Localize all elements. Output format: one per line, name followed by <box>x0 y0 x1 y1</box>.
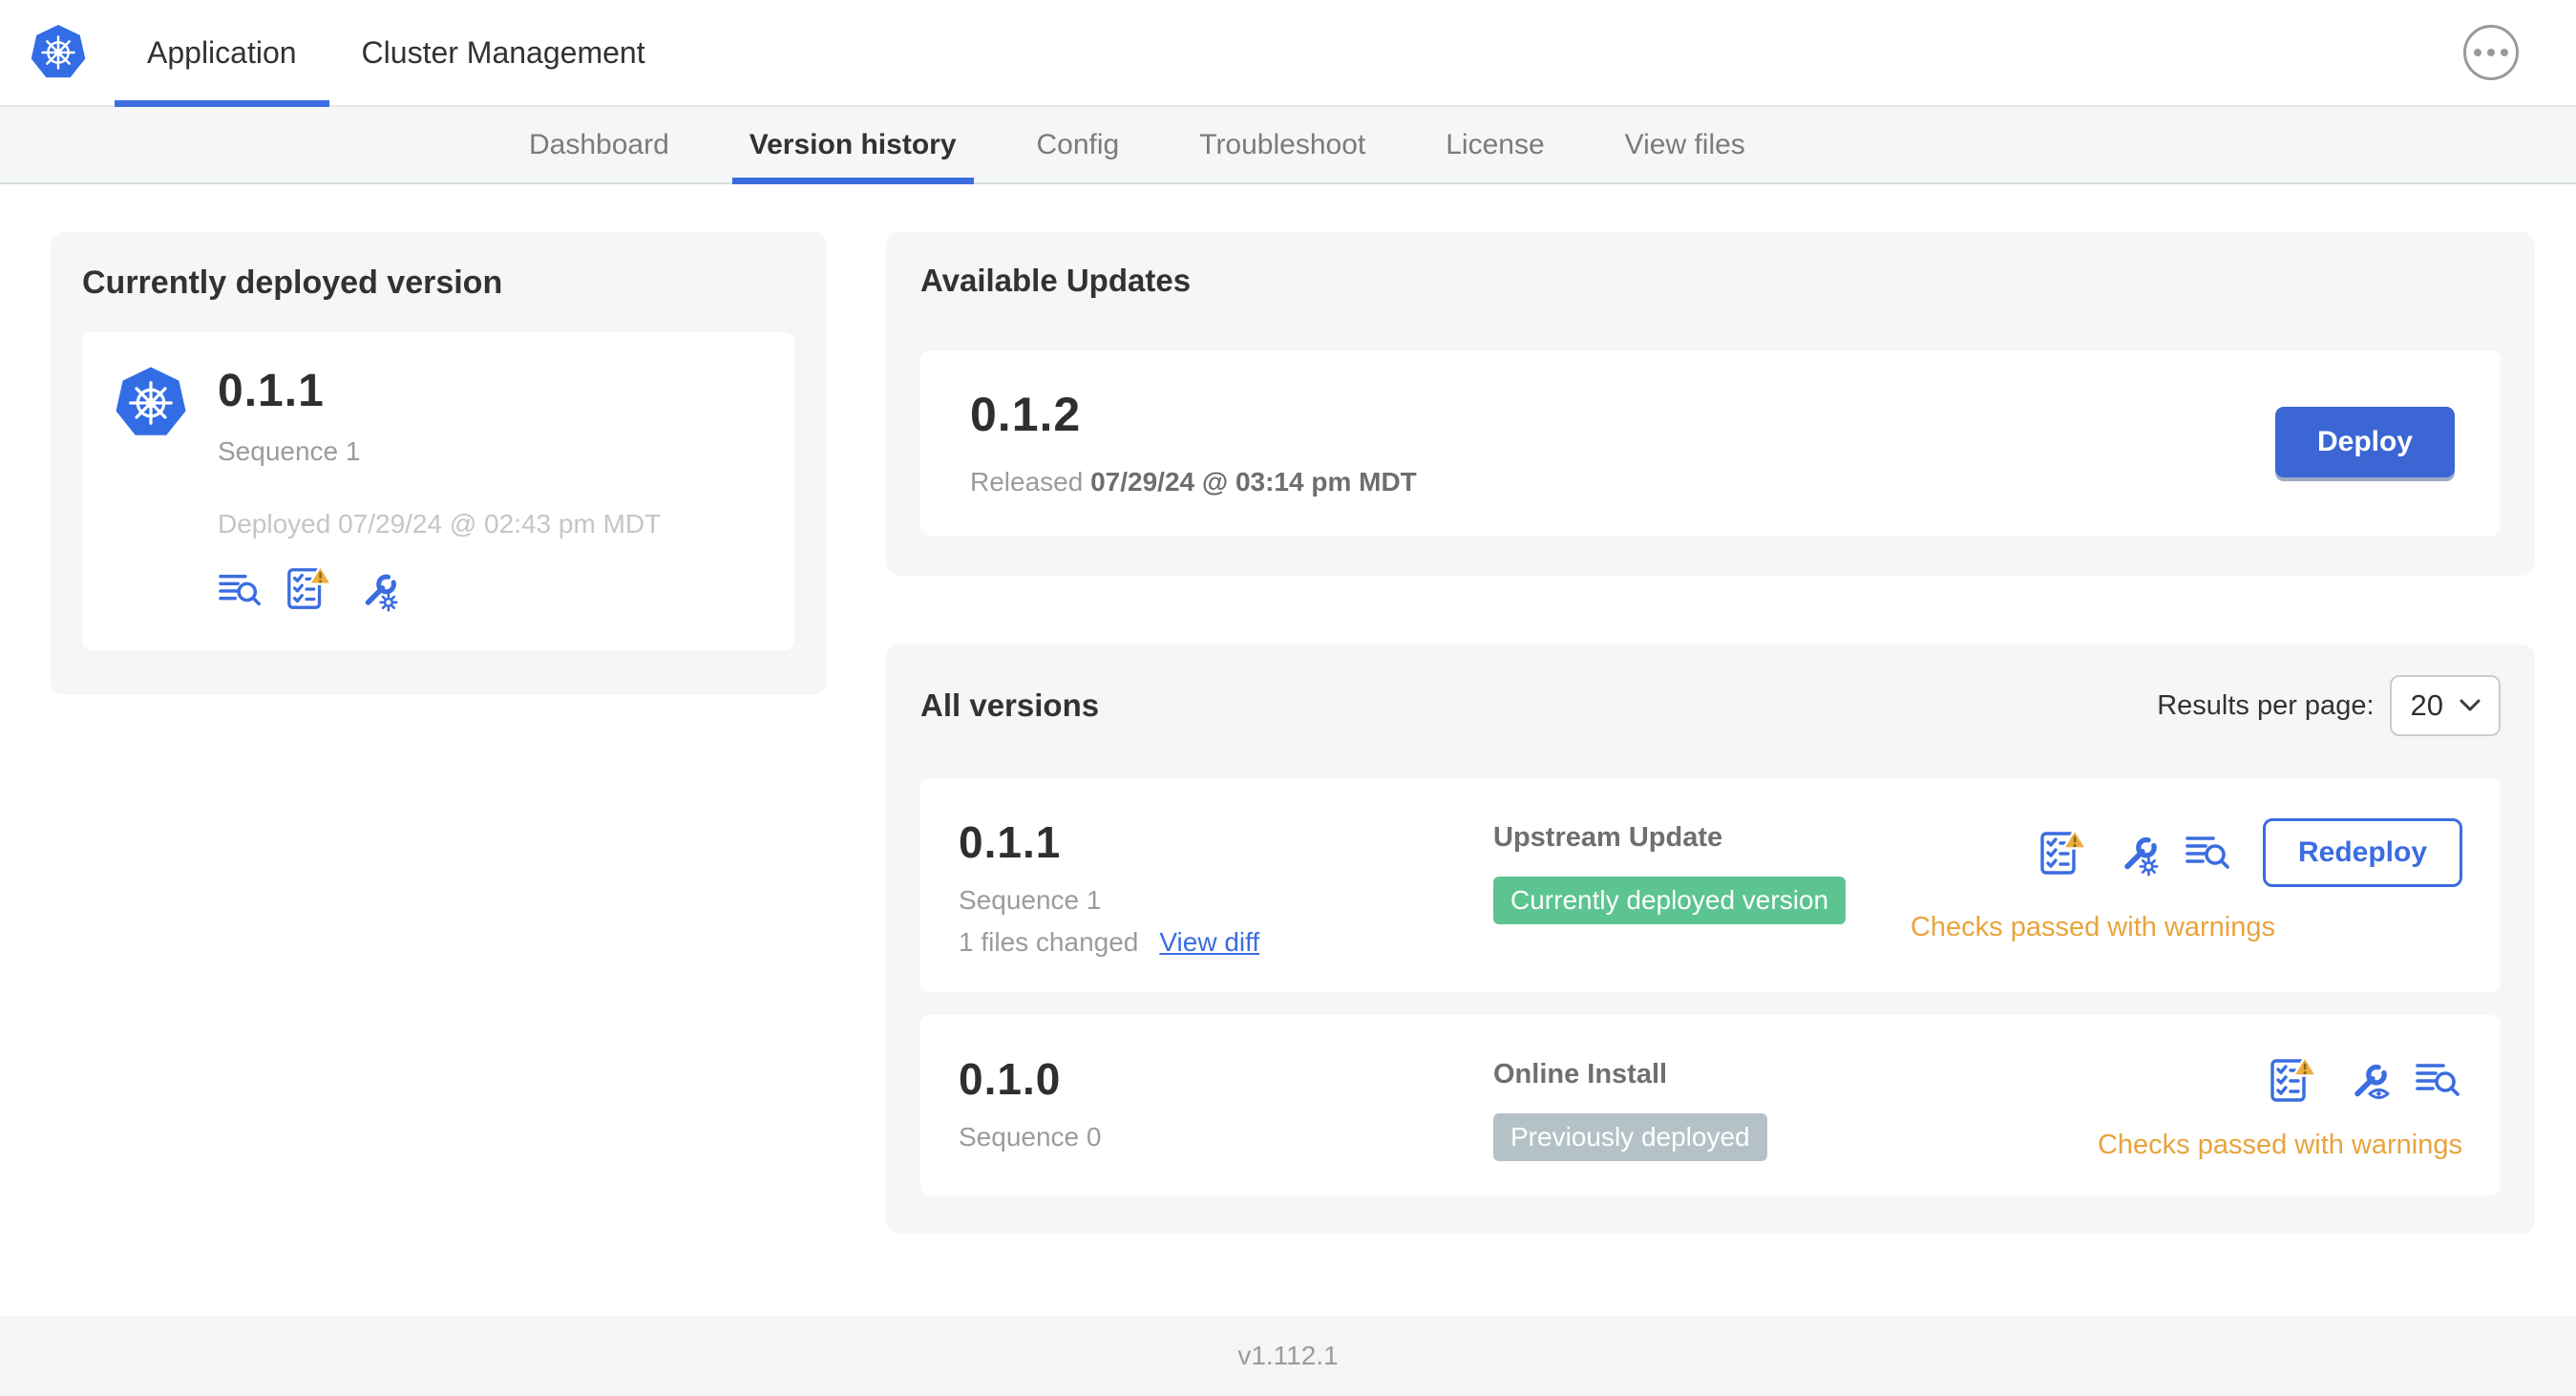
tab-config[interactable]: Config <box>997 107 1160 182</box>
tab-cluster-management[interactable]: Cluster Management <box>329 0 678 105</box>
row-source-label: Online Install <box>1493 1059 1668 1089</box>
deployed-sequence: Sequence 1 <box>218 436 361 466</box>
tab-troubleshoot[interactable]: Troubleshoot <box>1159 107 1405 182</box>
version-row-source: Upstream Update Currently deployed versi… <box>1493 816 1911 924</box>
tab-dashboard[interactable]: Dashboard <box>489 107 709 182</box>
deployed-timestamp: Deployed 07/29/24 @ 02:43 pm MDT <box>218 509 662 539</box>
kubernetes-logo-icon <box>31 24 86 78</box>
tab-view-files[interactable]: View files <box>1585 107 1785 182</box>
status-badge: Previously deployed <box>1493 1113 1767 1161</box>
edit-config-icon[interactable] <box>2112 829 2160 877</box>
top-tabs: Application Cluster Management <box>115 0 678 107</box>
row-version-number: 0.1.0 <box>959 1054 1062 1104</box>
tab-application[interactable]: Application <box>115 0 329 107</box>
version-row-source: Online Install Previously deployed <box>1493 1053 2098 1161</box>
ellipsis-dot <box>2487 49 2495 56</box>
results-per-page: Results per page: 20 <box>2157 675 2501 736</box>
preflight-checks-warning-icon[interactable] <box>2268 1055 2317 1105</box>
kubernetes-app-icon <box>116 367 186 435</box>
top-nav-bar: Application Cluster Management <box>0 0 2576 107</box>
tab-version-history[interactable]: Version history <box>709 107 997 184</box>
update-card: 0.1.2 Released 07/29/24 @ 03:14 pm MDT D… <box>920 350 2501 536</box>
ellipsis-dot <box>2501 49 2508 56</box>
results-per-page-select[interactable]: 20 <box>2389 675 2501 736</box>
status-badge: Currently deployed version <box>1493 877 1847 924</box>
chevron-down-icon <box>2460 699 2481 711</box>
row-version-number: 0.1.1 <box>959 817 1062 867</box>
version-row: 0.1.1 Sequence 1 1 files changed View di… <box>920 778 2501 992</box>
files-changed-text: 1 files changed <box>959 927 1139 957</box>
version-row-actions: Redeploy Checks passed with warnings <box>1911 816 2462 943</box>
results-per-page-value: 20 <box>2410 688 2443 722</box>
app-footer: v1.112.1 <box>0 1316 2576 1396</box>
tab-license[interactable]: License <box>1405 107 1584 182</box>
available-updates-panel: Available Updates 0.1.2 Released 07/29/2… <box>886 232 2535 576</box>
deployed-version-number: 0.1.1 <box>218 366 325 416</box>
version-row: 0.1.0 Sequence 0 Online Install Previous… <box>920 1015 2501 1195</box>
view-files-icon[interactable] <box>2415 1057 2462 1103</box>
checks-status-text: Checks passed with warnings <box>1910 912 2275 942</box>
currently-deployed-title: Currently deployed version <box>82 264 503 301</box>
deployed-version-card: 0.1.1 Sequence 1 Deployed 07/29/24 @ 02:… <box>82 332 794 650</box>
view-files-icon[interactable] <box>218 568 264 612</box>
preflight-checks-warning-icon[interactable] <box>2038 828 2087 878</box>
view-diff-link[interactable]: View diff <box>1159 927 1259 958</box>
currently-deployed-section: Currently deployed version 0.1.1 Sequenc… <box>51 232 827 694</box>
ellipsis-menu-button[interactable] <box>2463 25 2519 80</box>
version-row-info: 0.1.1 Sequence 1 1 files changed View di… <box>959 816 1493 958</box>
deployed-version-actions <box>218 564 661 612</box>
view-config-icon[interactable] <box>2342 1056 2390 1104</box>
deploy-button[interactable]: Deploy <box>2274 407 2455 477</box>
main-content: Currently deployed version 0.1.1 Sequenc… <box>0 184 2576 1316</box>
update-released-line: Released 07/29/24 @ 03:14 pm MDT <box>970 467 1417 497</box>
all-versions-header: All versions Results per page: 20 <box>920 675 2501 736</box>
deployed-version-details: 0.1.1 Sequence 1 Deployed 07/29/24 @ 02:… <box>218 365 661 612</box>
row-source-label: Upstream Update <box>1493 822 1723 853</box>
version-row-actions: Checks passed with warnings <box>2098 1053 2462 1161</box>
console-version: v1.112.1 <box>1237 1341 1339 1370</box>
preflight-checks-warning-icon[interactable] <box>285 564 332 612</box>
released-date: 07/29/24 @ 03:14 pm MDT <box>1090 467 1417 497</box>
checks-status-text: Checks passed with warnings <box>2097 1130 2462 1160</box>
app-sub-nav: Dashboard Version history Config Trouble… <box>0 107 2576 184</box>
results-per-page-label: Results per page: <box>2157 689 2375 721</box>
all-versions-title: All versions <box>920 687 1100 723</box>
row-sequence: Sequence 1 <box>959 885 1102 915</box>
currently-deployed-panel: Currently deployed version 0.1.1 Sequenc… <box>51 232 827 694</box>
released-prefix: Released <box>970 467 1084 497</box>
update-details: 0.1.2 Released 07/29/24 @ 03:14 pm MDT <box>970 387 1417 497</box>
available-updates-title: Available Updates <box>920 263 1192 298</box>
row-files-changed-line: 1 files changed View diff <box>959 927 1493 958</box>
edit-config-icon[interactable] <box>353 566 399 612</box>
redeploy-button[interactable]: Redeploy <box>2262 818 2462 887</box>
all-versions-panel: All versions Results per page: 20 0.1.1 … <box>886 645 2535 1234</box>
ellipsis-dot <box>2474 49 2481 56</box>
view-files-icon[interactable] <box>2185 830 2232 876</box>
row-sequence: Sequence 0 <box>959 1122 1102 1152</box>
version-row-info: 0.1.0 Sequence 0 <box>959 1053 1493 1153</box>
app-logo <box>0 0 115 105</box>
update-version-number: 0.1.2 <box>970 388 1082 441</box>
version-history-section: Available Updates 0.1.2 Released 07/29/2… <box>886 232 2535 1234</box>
